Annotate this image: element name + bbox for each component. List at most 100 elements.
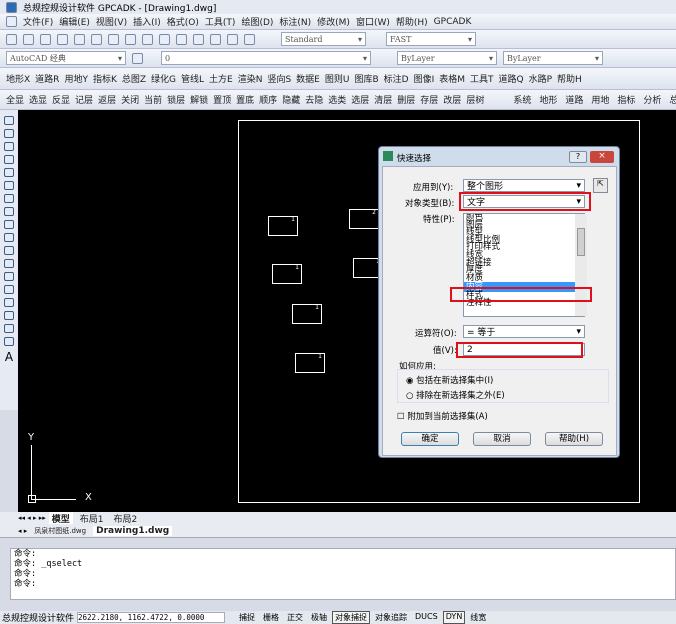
gp-menu-item[interactable]: 图则U <box>325 72 350 85</box>
status-toggle[interactable]: 极轴 <box>308 611 330 624</box>
text-style-select[interactable]: Standard ▾ <box>281 32 366 46</box>
print-icon[interactable] <box>57 33 68 45</box>
insert-block-icon[interactable] <box>4 259 14 268</box>
gp-tool-button[interactable]: 指标 <box>617 93 635 106</box>
radio-include[interactable]: ◉ 包括在新选择集中(I) <box>406 374 493 386</box>
ellipse-arc-icon[interactable] <box>4 246 14 255</box>
gp-tool-button[interactable]: 分析 <box>643 93 661 106</box>
menu-item[interactable]: 文件(F) <box>23 15 53 28</box>
status-toggle[interactable]: 正交 <box>284 611 306 624</box>
gp-menu-item[interactable]: 指标K <box>93 72 117 85</box>
pan-icon[interactable] <box>176 33 187 45</box>
gp-menu-item[interactable]: 工具T <box>470 72 494 85</box>
gp-menu-item[interactable]: 管线L <box>181 72 204 85</box>
gp-menu-item[interactable]: 水路P <box>529 72 552 85</box>
paste-icon[interactable] <box>125 33 136 45</box>
append-checkbox[interactable]: ☐ 附加到当前选择集(A) <box>397 410 488 422</box>
status-toggle[interactable]: 栅格 <box>260 611 282 624</box>
copy-icon[interactable] <box>108 33 119 45</box>
tab-scroll-arrows[interactable]: ◂ ▸ <box>18 527 27 535</box>
layer-tool-button[interactable]: 锁层 <box>167 93 185 106</box>
gp-menu-item[interactable]: 图库B <box>354 72 378 85</box>
workspace-select[interactable]: AutoCAD 经典 ▾ <box>6 51 126 65</box>
select-objects-icon[interactable]: ⇱ <box>593 178 608 193</box>
file-tab[interactable]: 凤泉村图纸.dwg <box>31 526 89 536</box>
undo-icon[interactable] <box>142 33 153 45</box>
layer-tool-button[interactable]: 隐藏 <box>282 93 300 106</box>
menu-item[interactable]: 工具(T) <box>205 15 236 28</box>
gp-menu-item[interactable]: 竖向S <box>267 72 291 85</box>
calculator-icon[interactable] <box>227 33 238 45</box>
gp-menu-item[interactable]: 渲染N <box>238 72 263 85</box>
redo-icon[interactable] <box>159 33 170 45</box>
workspace-settings-icon[interactable] <box>132 52 143 64</box>
help-icon[interactable] <box>244 33 255 45</box>
preview-icon[interactable] <box>74 33 85 45</box>
gp-menu-item[interactable]: 用地Y <box>64 72 88 85</box>
layer-tool-button[interactable]: 层树 <box>466 93 484 106</box>
status-toggle[interactable]: 对象追踪 <box>372 611 410 624</box>
dialog-help-button[interactable]: ? <box>569 151 587 163</box>
status-toggle[interactable]: DYN <box>442 611 466 624</box>
layer-tool-button[interactable]: 关闭 <box>121 93 139 106</box>
gp-menu-item[interactable]: 总图Z <box>122 72 146 85</box>
menu-item[interactable]: 修改(M) <box>317 15 350 28</box>
status-toggle[interactable]: 线宽 <box>467 611 489 624</box>
text-rect[interactable]: 1 <box>295 353 325 373</box>
layout-tab[interactable]: 布局1 <box>77 512 107 525</box>
cancel-button[interactable]: 取消 <box>473 432 531 446</box>
gp-menu-item[interactable]: 地形X <box>6 72 30 85</box>
help-button[interactable]: 帮助(H) <box>545 432 603 446</box>
layout-tab[interactable]: 模型 <box>48 511 73 525</box>
text-rect[interactable]: 2 <box>349 209 379 229</box>
layer-tool-button[interactable]: 存层 <box>420 93 438 106</box>
mtext-icon[interactable]: A <box>5 350 13 364</box>
command-window[interactable]: 命令: 命令: _qselect 命令: 命令: <box>10 548 676 600</box>
layer-tool-button[interactable]: 选层 <box>351 93 369 106</box>
hatch-icon[interactable] <box>4 298 14 307</box>
layer-tool-button[interactable]: 选类 <box>328 93 346 106</box>
layer-tool-button[interactable]: 去隐 <box>305 93 323 106</box>
gp-tool-button[interactable]: 系统 <box>513 93 531 106</box>
text-rect[interactable]: 1 <box>268 216 298 236</box>
layout-tab[interactable]: 布局2 <box>111 512 141 525</box>
new-icon[interactable] <box>6 33 17 45</box>
layer-tool-button[interactable]: 当前 <box>144 93 162 106</box>
dialog-close-button[interactable]: × <box>590 151 614 163</box>
ok-button[interactable]: 确定 <box>401 432 459 446</box>
layer-tool-button[interactable]: 顺序 <box>259 93 277 106</box>
layer-tool-button[interactable]: 删层 <box>397 93 415 106</box>
polygon-icon[interactable] <box>4 155 14 164</box>
properties-icon[interactable] <box>210 33 221 45</box>
layer-select[interactable]: 0 ▾ <box>161 51 371 65</box>
gp-tool-button[interactable]: 地形 <box>539 93 557 106</box>
gp-menu-item[interactable]: 道路R <box>35 72 59 85</box>
status-toggle[interactable]: 对象捕捉 <box>332 611 371 624</box>
gp-menu-item[interactable]: 道路Q <box>498 72 523 85</box>
spline-icon[interactable] <box>4 220 14 229</box>
apply-to-select[interactable]: 整个图形 ▾ <box>463 179 585 192</box>
xline-icon[interactable] <box>4 129 14 138</box>
gp-menu-item[interactable]: 帮助H <box>557 72 582 85</box>
revcloud-icon[interactable] <box>4 207 14 216</box>
status-toggle[interactable]: 捕捉 <box>236 611 258 624</box>
circle-icon[interactable] <box>4 194 14 203</box>
dim-style-select[interactable]: FAST ▾ <box>386 32 476 46</box>
menu-item[interactable]: 插入(I) <box>133 15 161 28</box>
menu-item[interactable]: 标注(N) <box>279 15 311 28</box>
menu-item[interactable]: 格式(O) <box>167 15 199 28</box>
gp-menu-item[interactable]: 表格M <box>439 72 465 85</box>
menu-item[interactable]: 绘图(D) <box>241 15 273 28</box>
menu-item[interactable]: 窗口(W) <box>356 15 390 28</box>
table-icon[interactable] <box>4 337 14 346</box>
layer-tool-button[interactable]: 记层 <box>75 93 93 106</box>
layer-tool-button[interactable]: 清层 <box>374 93 392 106</box>
file-tab[interactable]: Drawing1.dwg <box>93 525 173 536</box>
menu-item[interactable]: 帮助(H) <box>396 15 428 28</box>
layer-tool-button[interactable]: 改层 <box>443 93 461 106</box>
text-rect[interactable]: 1 <box>292 304 322 324</box>
ellipse-icon[interactable] <box>4 233 14 242</box>
color-select[interactable]: ByLayer ▾ <box>397 51 497 65</box>
operator-select[interactable]: = 等于 ▾ <box>463 325 585 338</box>
layer-tool-button[interactable]: 解锁 <box>190 93 208 106</box>
